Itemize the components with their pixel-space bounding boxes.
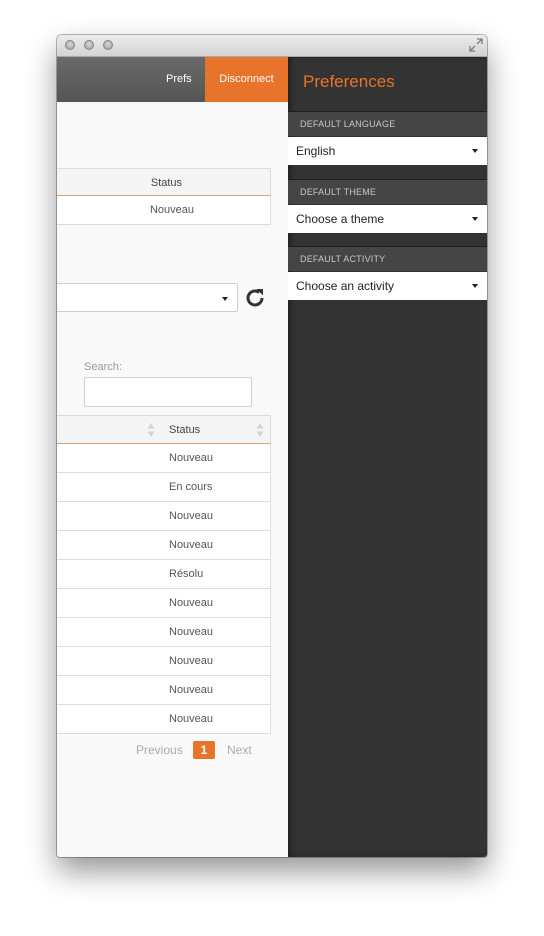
fullscreen-icon[interactable] — [469, 38, 483, 52]
caret-down-icon — [222, 297, 228, 301]
table-row[interactable]: Résolu — [57, 560, 271, 589]
default-theme-select[interactable]: Choose a theme — [288, 205, 487, 233]
table-row: Nouveau — [57, 196, 271, 225]
default-activity-label: DEFAULT ACTIVITY — [288, 246, 487, 271]
refresh-icon[interactable] — [243, 286, 267, 310]
tickets-table-header: Status — [57, 415, 271, 444]
zoom-window-button[interactable] — [103, 40, 113, 50]
preferences-title: Preferences — [303, 72, 395, 91]
table-row[interactable]: Nouveau — [57, 444, 271, 473]
caret-down-icon — [472, 149, 478, 153]
pagination: Previous 1 Next — [57, 741, 288, 761]
sort-icon[interactable] — [147, 422, 155, 438]
default-language-value: English — [296, 144, 336, 158]
table-row[interactable]: En cours — [57, 473, 271, 502]
search-label: Search: — [84, 361, 122, 373]
default-language-label: DEFAULT LANGUAGE — [288, 111, 487, 136]
table-row[interactable]: Nouveau — [57, 531, 271, 560]
default-theme-value: Choose a theme — [296, 212, 385, 226]
tickets-table: Status Nouveau En cours Nouveau Nouveau … — [57, 415, 271, 734]
previous-page-button[interactable]: Previous — [136, 743, 183, 757]
ticket-filter-select[interactable] — [57, 283, 238, 312]
search-input[interactable] — [84, 377, 252, 407]
default-activity-select[interactable]: Choose an activity — [288, 272, 487, 300]
minimize-window-button[interactable] — [84, 40, 94, 50]
table-row[interactable]: Nouveau — [57, 647, 271, 676]
disconnect-button[interactable]: Disconnect — [205, 57, 288, 102]
caret-down-icon — [472, 284, 478, 288]
prefs-button[interactable]: Prefs — [166, 57, 192, 102]
table-row[interactable]: Nouveau — [57, 618, 271, 647]
caret-down-icon — [472, 217, 478, 221]
default-theme-label: DEFAULT THEME — [288, 179, 487, 204]
title-bar — [57, 35, 487, 57]
top-nav-bar: Prefs Disconnect — [57, 57, 288, 102]
column-header-status[interactable]: Status — [169, 416, 200, 444]
table-row[interactable]: Nouveau — [57, 705, 271, 734]
preferences-panel: Preferences DEFAULT LANGUAGE English DEF… — [288, 57, 487, 857]
app-window: Prefs Disconnect Status Nouveau Search: … — [57, 35, 487, 857]
main-content-pane: Prefs Disconnect Status Nouveau Search: … — [57, 57, 288, 857]
summary-table: Status Nouveau — [57, 168, 271, 225]
table-row[interactable]: Nouveau — [57, 589, 271, 618]
next-page-button[interactable]: Next — [227, 743, 252, 757]
sort-icon[interactable] — [256, 422, 264, 438]
default-activity-value: Choose an activity — [296, 279, 395, 293]
current-page-button[interactable]: 1 — [193, 741, 215, 759]
table-row[interactable]: Nouveau — [57, 502, 271, 531]
close-window-button[interactable] — [65, 40, 75, 50]
table-row[interactable]: Nouveau — [57, 676, 271, 705]
summary-table-header-status[interactable]: Status — [57, 168, 271, 196]
default-language-select[interactable]: English — [288, 137, 487, 165]
